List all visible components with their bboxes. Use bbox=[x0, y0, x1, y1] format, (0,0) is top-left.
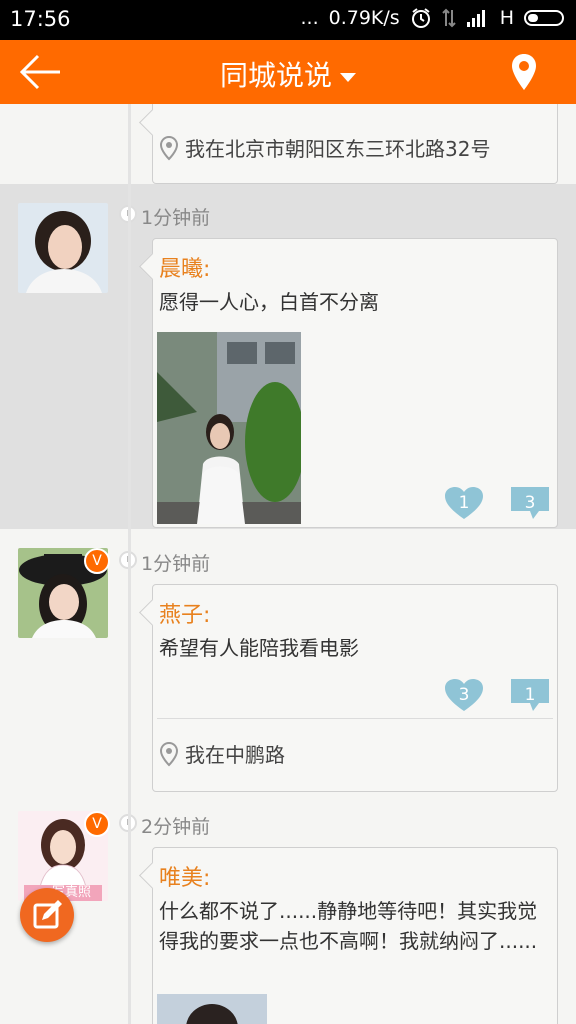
app-header: 同城说说 bbox=[0, 40, 576, 104]
location-icon bbox=[159, 135, 179, 160]
timeline-line bbox=[128, 104, 131, 1024]
post-time: 1分钟前 bbox=[141, 553, 211, 575]
like-count: 1 bbox=[458, 493, 470, 513]
comment-count: 1 bbox=[524, 685, 536, 705]
edit-icon bbox=[33, 900, 62, 929]
like-button[interactable]: 1 bbox=[443, 485, 485, 521]
network-type: H bbox=[499, 7, 514, 29]
status-dots: ... bbox=[300, 7, 319, 29]
network-speed: 0.79K/s bbox=[328, 7, 400, 29]
post-time: 1分钟前 bbox=[141, 207, 211, 229]
post-actions: 1 3 bbox=[443, 485, 551, 521]
location-row: 我在北京市朝阳区东三环北路32号 bbox=[159, 133, 490, 162]
battery-icon bbox=[524, 10, 564, 26]
post-photo[interactable] bbox=[157, 332, 301, 524]
caret-down-icon bbox=[340, 72, 356, 82]
verified-badge: V bbox=[84, 811, 110, 837]
location-icon bbox=[159, 741, 179, 766]
avatar[interactable] bbox=[18, 203, 108, 293]
author-name[interactable]: 燕子: bbox=[159, 597, 210, 629]
status-time: 17:56 bbox=[10, 7, 71, 31]
author-name[interactable]: 晨曦: bbox=[159, 251, 210, 283]
post-actions: 3 1 bbox=[443, 677, 551, 713]
location-pin-icon[interactable] bbox=[510, 52, 538, 92]
status-bar: 17:56 ... 0.79K/s H bbox=[0, 0, 576, 40]
feed[interactable]: 我在北京市朝阳区东三环北路32号 1分钟前 晨曦: 愿得一人心，白首不分离 1 … bbox=[0, 104, 576, 1024]
comment-count: 3 bbox=[524, 493, 536, 513]
compose-button[interactable] bbox=[20, 888, 74, 942]
post-text: 愿得一人心，白首不分离 bbox=[159, 290, 379, 314]
location-row: 我在中鹏路 bbox=[159, 739, 285, 768]
post-card-partial[interactable]: 我在北京市朝阳区东三环北路32号 bbox=[152, 104, 558, 184]
post-card[interactable]: 唯美: 什么都不说了......静静地等待吧！其实我觉得我的要求一点也不高啊！我… bbox=[152, 847, 558, 1024]
post-card[interactable]: 燕子: 希望有人能陪我看电影 3 1 我在中鹏路 bbox=[152, 584, 558, 792]
signal-icon bbox=[466, 10, 485, 27]
like-count: 3 bbox=[458, 685, 470, 705]
author-name[interactable]: 唯美: bbox=[159, 860, 210, 892]
verified-badge: V bbox=[84, 548, 110, 574]
status-icons: ... 0.79K/s H bbox=[300, 7, 564, 29]
post-time: 2分钟前 bbox=[141, 816, 211, 838]
comment-button[interactable]: 3 bbox=[509, 485, 551, 521]
alarm-icon bbox=[411, 8, 430, 28]
page-title[interactable]: 同城说说 bbox=[0, 54, 576, 94]
post-text: 希望有人能陪我看电影 bbox=[159, 636, 359, 660]
location-text: 我在中鹏路 bbox=[185, 743, 285, 767]
like-button[interactable]: 3 bbox=[443, 677, 485, 713]
page-title-text: 同城说说 bbox=[219, 59, 332, 92]
comment-button[interactable]: 1 bbox=[509, 677, 551, 713]
post-photo[interactable] bbox=[157, 994, 267, 1024]
data-transfer-icon bbox=[441, 8, 456, 28]
post-card[interactable]: 晨曦: 愿得一人心，白首不分离 1 3 bbox=[152, 238, 558, 528]
post-text: 什么都不说了......静静地等待吧！其实我觉得我的要求一点也不高啊！我就纳闷了… bbox=[159, 899, 538, 953]
divider bbox=[157, 718, 553, 719]
location-text: 我在北京市朝阳区东三环北路32号 bbox=[185, 137, 491, 161]
